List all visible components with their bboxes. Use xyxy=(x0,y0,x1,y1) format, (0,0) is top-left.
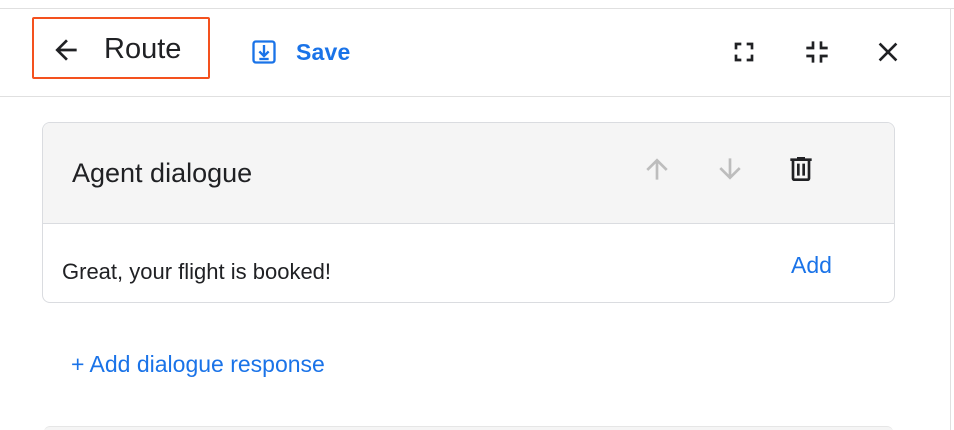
fullscreen-exit-icon[interactable] xyxy=(801,36,833,68)
save-label: Save xyxy=(296,38,351,65)
right-divider xyxy=(950,8,951,430)
page-title: Route xyxy=(104,33,182,65)
agent-dialogue-header: Agent dialogue xyxy=(43,123,894,224)
agent-dialogue-body: Great, your flight is booked! Add xyxy=(43,224,894,302)
agent-dialogue-card: Agent dialogue Great, your flight is boo… xyxy=(42,122,895,303)
back-to-route-button[interactable]: Route xyxy=(32,17,210,79)
fullscreen-icon[interactable] xyxy=(728,36,760,68)
add-dialogue-response-link[interactable]: + Add dialogue response xyxy=(71,350,325,378)
save-button[interactable]: Save xyxy=(250,36,351,68)
arrow-downward-icon[interactable] xyxy=(714,153,746,185)
panel-header: Route Save xyxy=(0,9,950,97)
trash-icon[interactable] xyxy=(785,153,817,185)
save-download-icon xyxy=(252,40,276,64)
arrow-back-icon[interactable] xyxy=(50,34,82,66)
next-card-edge xyxy=(44,426,893,430)
add-button[interactable]: Add xyxy=(791,251,832,279)
dialogue-response-text: Great, your flight is booked! xyxy=(62,259,332,284)
arrow-upward-icon[interactable] xyxy=(641,153,673,185)
close-icon[interactable] xyxy=(872,36,904,68)
card-title: Agent dialogue xyxy=(72,158,253,188)
route-editor-panel: Route Save Agent dialogue Great, your fl… xyxy=(0,0,954,430)
